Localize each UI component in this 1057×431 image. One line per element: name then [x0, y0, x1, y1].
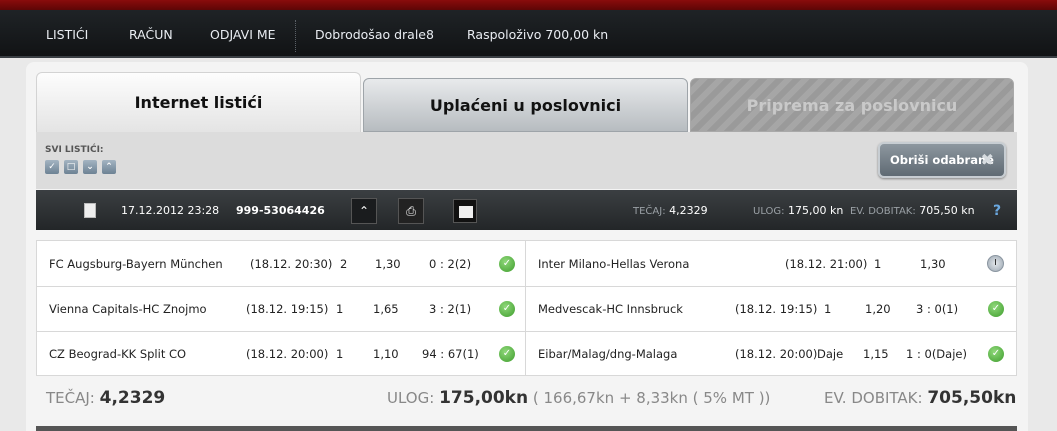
top-accent-strip — [0, 0, 1057, 10]
match-time: (18.12. 20:00) — [246, 347, 329, 361]
match-result: 1 : 0(Daje) — [906, 347, 967, 361]
check-icon: ✓ — [988, 301, 1004, 317]
ticket-date: 17.12.2012 23:28 — [121, 204, 220, 217]
copy-icon[interactable] — [453, 199, 477, 223]
ticket-ulog: 175,00 kn — [788, 204, 844, 217]
match-odd: 1,65 — [373, 302, 399, 316]
ticket-header-bar: 17.12.2012 23:28 999-53064426 TEČAJ: 4,2… — [36, 190, 1017, 230]
summary-dobitak-label: EV. DOBITAK: — [824, 389, 923, 407]
ticket-id: 999-53064426 — [236, 204, 325, 217]
match-time: (18.12. 20:30) — [250, 257, 333, 271]
summary-dobitak: EV. DOBITAK: 705,50kn — [824, 388, 1016, 408]
uncheck-all-icon[interactable]: □ — [64, 160, 78, 174]
svi-listici-label: SVI LISTIĆI: — [45, 145, 104, 155]
tab-uplaceni[interactable]: Uplaćeni u poslovnici — [363, 78, 688, 132]
nav-listici[interactable]: LISTIĆI — [46, 27, 88, 42]
match-time: (18.12. 20:00) — [735, 347, 818, 361]
close-icon: ✖ — [980, 150, 994, 169]
match-odd: 1,10 — [373, 347, 399, 361]
match-odd: 1,30 — [375, 257, 401, 271]
top-nav: LISTIĆI RAČUN ODJAVI ME Dobrodošao drale… — [0, 10, 1057, 58]
delete-selected-button[interactable]: Obriši odabrane ✖ — [878, 142, 1006, 178]
tab-internet-listici[interactable]: Internet listići — [36, 72, 361, 132]
expand-all-icon[interactable]: ⌄ — [83, 160, 97, 174]
document-icon[interactable] — [84, 203, 96, 218]
collapse-all-icon[interactable]: ⌃ — [102, 160, 116, 174]
grid-row-line — [37, 331, 1016, 332]
match-teams: Inter Milano-Hellas Verona — [538, 257, 690, 271]
match-odd: 1,20 — [865, 302, 891, 316]
balance-text: Raspoloživo 700,00 kn — [467, 27, 609, 42]
bottom-divider — [36, 426, 1017, 431]
toolbar-area — [36, 132, 1017, 189]
nav-racun[interactable]: RAČUN — [129, 27, 173, 42]
nav-odjavi[interactable]: ODJAVI ME — [210, 27, 276, 42]
summary-ulog: ULOG: 175,00kn ( 166,67kn + 8,33kn ( 5% … — [387, 388, 770, 408]
tab-priprema[interactable]: Priprema za poslovnicu — [690, 78, 1014, 132]
match-tip: 1 — [336, 347, 344, 361]
match-tip: 2 — [340, 257, 348, 271]
summary-tecaj: TEČAJ: 4,2329 — [46, 388, 165, 408]
grid-row-line — [37, 286, 1016, 287]
match-tip: 1 — [336, 302, 344, 316]
summary-ulog-detail: ( 166,67kn + 8,33kn ( 5% MT )) — [532, 389, 771, 407]
summary-tecaj-label: TEČAJ: — [46, 389, 95, 407]
ticket-dobitak-label: EV. DOBITAK: — [850, 206, 916, 217]
check-icon: ✓ — [499, 301, 515, 317]
ticket-tecaj-label: TEČAJ: — [633, 206, 666, 217]
ticket-tecaj: 4,2329 — [669, 204, 708, 217]
match-time: (18.12. 19:15) — [735, 302, 818, 316]
check-icon: ✓ — [499, 346, 515, 362]
match-teams: CZ Beograd-KK Split CO — [49, 347, 187, 361]
match-teams: Eibar/Malag/dng-Malaga — [538, 347, 678, 361]
check-all-icon[interactable]: ✓ — [45, 160, 59, 174]
summary-ulog-label: ULOG: — [387, 389, 435, 407]
summary-dobitak-value: 705,50kn — [927, 388, 1017, 408]
match-result: 3 : 2(1) — [429, 302, 472, 316]
summary-ulog-value: 175,00kn — [439, 388, 529, 408]
match-odd: 1,15 — [863, 347, 889, 361]
delete-selected-label: Obriši odabrane — [890, 153, 994, 167]
match-tip: 1 — [874, 257, 882, 271]
clock-icon — [987, 255, 1004, 272]
nav-divider — [295, 20, 296, 52]
ticket-dobitak: 705,50 kn — [919, 204, 975, 217]
match-tip: Daje — [817, 347, 844, 361]
match-odd: 1,30 — [920, 257, 946, 271]
print-icon[interactable]: ⎙ — [398, 198, 424, 224]
grid-divider — [525, 241, 526, 375]
match-teams: Vienna Capitals-HC Znojmo — [49, 302, 207, 316]
match-teams: Medvescak-HC Innsbruck — [538, 302, 683, 316]
check-icon: ✓ — [499, 256, 515, 272]
check-icon: ✓ — [988, 346, 1004, 362]
collapse-ticket-icon[interactable]: ⌃ — [351, 198, 377, 224]
match-result: 94 : 67(1) — [422, 347, 479, 361]
match-teams: FC Augsburg-Bayern München — [49, 257, 223, 271]
match-result: 0 : 2(2) — [429, 257, 472, 271]
match-result: 3 : 0(1) — [916, 302, 959, 316]
matches-grid: FC Augsburg-Bayern München (18.12. 20:30… — [36, 240, 1017, 376]
help-icon[interactable]: ? — [986, 200, 1008, 222]
summary-tecaj-value: 4,2329 — [99, 388, 166, 408]
welcome-text: Dobrodošao drale8 — [315, 27, 434, 42]
match-time: (18.12. 21:00) — [785, 257, 868, 271]
match-tip: 1 — [824, 302, 832, 316]
ticket-ulog-label: ULOG: — [753, 206, 785, 217]
match-time: (18.12. 19:15) — [246, 302, 329, 316]
